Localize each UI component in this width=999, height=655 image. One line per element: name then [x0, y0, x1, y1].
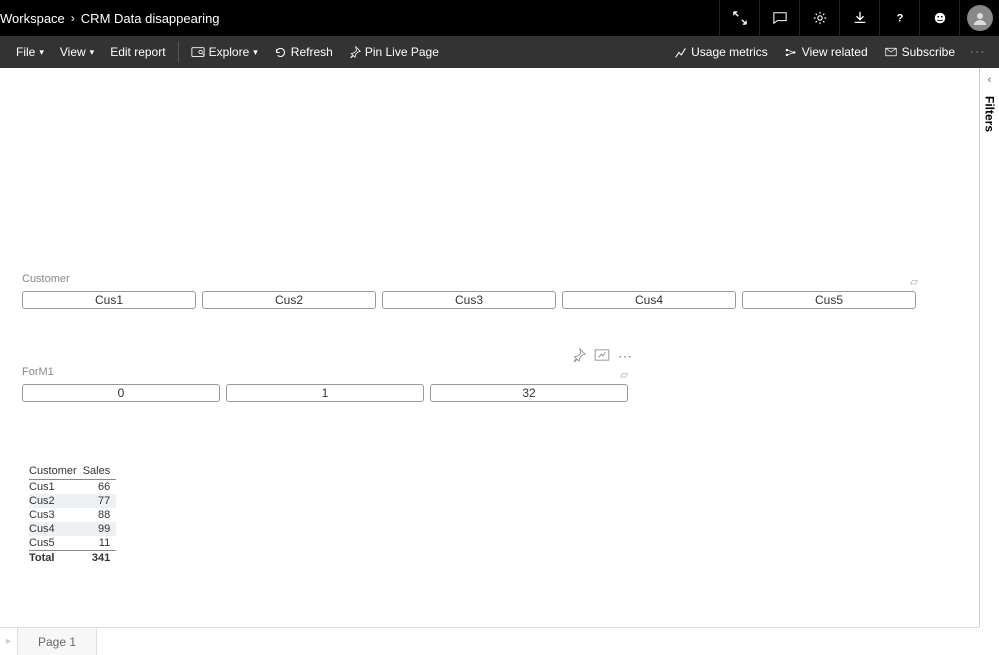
table-header-customer[interactable]: Customer	[29, 463, 83, 480]
report-canvas: Customer ▱ Cus1 Cus2 Cus3 Cus4 Cus5 ⋯ Fo…	[0, 68, 979, 627]
cell-sales: 88	[83, 508, 117, 522]
table-header-sales[interactable]: Sales	[83, 463, 117, 480]
gear-icon[interactable]	[799, 0, 839, 36]
cell-sales: 77	[83, 494, 117, 508]
help-icon[interactable]: ?	[879, 0, 919, 36]
chevron-left-icon: ‹	[988, 74, 992, 86]
slicer-form1-title: ForM1	[22, 366, 632, 378]
slicer-form1-option[interactable]: 32	[430, 384, 628, 402]
explore-menu[interactable]: Explore▾	[183, 36, 266, 68]
slicer-customer-option[interactable]: Cus2	[202, 291, 376, 309]
slicer-customer[interactable]: Customer ▱ Cus1 Cus2 Cus3 Cus4 Cus5	[22, 273, 922, 309]
table-row[interactable]: Cus499	[29, 522, 116, 536]
subscribe-label: Subscribe	[902, 45, 955, 59]
page-nav-prev[interactable]: ▸	[0, 628, 18, 655]
command-bar: File▾ View▾ Edit report Explore▾ Refresh…	[0, 36, 999, 68]
slicer-customer-option[interactable]: Cus3	[382, 291, 556, 309]
page-tab-bar: ▸ Page 1	[0, 627, 979, 655]
breadcrumb: Workspace › CRM Data disappearing	[0, 11, 220, 26]
more-options-icon[interactable]: ⋯	[963, 42, 991, 62]
cell-customer: Cus5	[29, 536, 83, 551]
breadcrumb-workspace[interactable]: Workspace	[0, 11, 65, 26]
smiley-icon[interactable]	[919, 0, 959, 36]
expand-filters-button[interactable]: ‹	[980, 68, 999, 92]
slicer-form1[interactable]: ForM1 ▱ 0 1 32	[22, 366, 632, 402]
refresh-icon	[274, 46, 287, 59]
table-row[interactable]: Cus511	[29, 536, 116, 551]
table-total-row: Total341	[29, 551, 116, 566]
pin-live-page-button[interactable]: Pin Live Page	[341, 36, 447, 68]
slicer-customer-option[interactable]: Cus1	[22, 291, 196, 309]
breadcrumb-report[interactable]: CRM Data disappearing	[81, 11, 220, 26]
usage-metrics-button[interactable]: Usage metrics	[666, 36, 776, 68]
cell-sales: 11	[83, 536, 117, 551]
table-row[interactable]: Cus277	[29, 494, 116, 508]
chevron-down-icon: ▾	[253, 47, 258, 58]
top-icon-bar: ?	[719, 0, 999, 36]
cell-customer: Cus1	[29, 480, 83, 495]
edit-report-button[interactable]: Edit report	[102, 36, 173, 68]
slicer-customer-option[interactable]: Cus5	[742, 291, 916, 309]
slicer-form1-option[interactable]: 1	[226, 384, 424, 402]
file-menu-label: File	[16, 45, 35, 59]
more-options-icon[interactable]: ⋯	[618, 348, 632, 365]
subscribe-button[interactable]: Subscribe	[876, 36, 963, 68]
total-value: 341	[83, 551, 117, 566]
focus-mode-icon[interactable]	[594, 348, 610, 365]
metrics-icon	[674, 46, 687, 59]
filters-pane-collapsed: ‹ Filters	[979, 68, 999, 627]
usage-metrics-label: Usage metrics	[691, 45, 768, 59]
slicer-customer-title: Customer	[22, 273, 922, 285]
cell-sales: 99	[83, 522, 117, 536]
fullscreen-icon[interactable]	[719, 0, 759, 36]
eraser-icon[interactable]: ▱	[910, 277, 918, 288]
pin-icon	[349, 46, 361, 58]
top-app-bar: Workspace › CRM Data disappearing ?	[0, 0, 999, 36]
refresh-label: Refresh	[291, 45, 333, 59]
file-menu[interactable]: File ▾	[8, 36, 52, 68]
chevron-down-icon: ▾	[39, 47, 44, 58]
cell-customer: Cus3	[29, 508, 83, 522]
svg-text:?: ?	[896, 13, 903, 25]
chevron-down-icon: ▾	[90, 47, 95, 58]
view-menu[interactable]: View ▾	[52, 36, 102, 68]
slicer-customer-option[interactable]: Cus4	[562, 291, 736, 309]
view-related-button[interactable]: View related	[776, 36, 876, 68]
table-visual[interactable]: Customer Sales Cus166 Cus277 Cus388 Cus4…	[29, 463, 116, 565]
related-icon	[784, 46, 798, 59]
view-menu-label: View	[60, 45, 86, 59]
download-icon[interactable]	[839, 0, 879, 36]
visual-action-bar: ⋯	[572, 348, 632, 365]
pin-label: Pin Live Page	[365, 45, 439, 59]
view-related-label: View related	[802, 45, 868, 59]
explore-label: Explore	[209, 45, 250, 59]
cell-sales: 66	[83, 480, 117, 495]
slicer-form1-option[interactable]: 0	[22, 384, 220, 402]
cell-customer: Cus4	[29, 522, 83, 536]
mail-icon	[884, 46, 898, 58]
toolbar-separator	[178, 42, 179, 62]
eraser-icon[interactable]: ▱	[620, 370, 628, 381]
table-row[interactable]: Cus166	[29, 480, 116, 495]
edit-report-label: Edit report	[110, 45, 165, 59]
table-row[interactable]: Cus388	[29, 508, 116, 522]
cell-customer: Cus2	[29, 494, 83, 508]
comments-icon[interactable]	[759, 0, 799, 36]
explore-icon	[191, 45, 205, 59]
chevron-right-icon: ›	[71, 11, 75, 25]
account-avatar[interactable]	[959, 0, 999, 36]
filters-pane-label[interactable]: Filters	[983, 96, 997, 132]
total-label: Total	[29, 551, 83, 566]
pin-icon[interactable]	[572, 348, 586, 365]
refresh-button[interactable]: Refresh	[266, 36, 341, 68]
page-tab[interactable]: Page 1	[18, 628, 97, 655]
